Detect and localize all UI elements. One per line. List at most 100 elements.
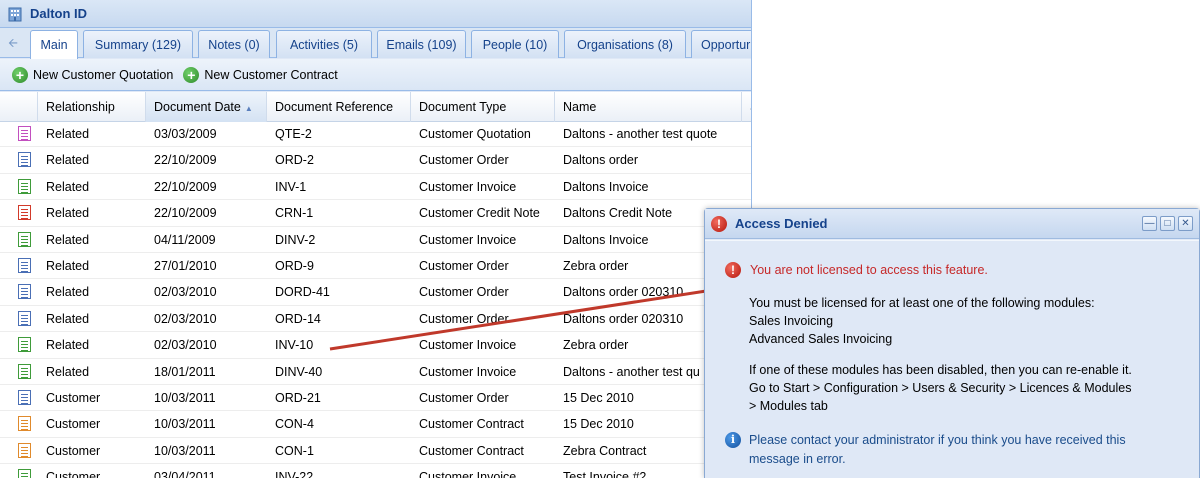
column-header-label: Relationship (46, 100, 115, 114)
table-row[interactable]: Related 18/01/2011 DINV-40 Customer Invoice… (0, 359, 751, 385)
cell-document-date: 02/03/2010 (154, 311, 217, 326)
column-header-label: Document Reference (275, 100, 394, 114)
document-icon (18, 284, 31, 300)
building-icon (8, 7, 22, 21)
cell-document-date: 18/01/2011 (154, 364, 216, 379)
cell-document-date: 22/10/2009 (154, 153, 217, 168)
record-window: Dalton ID 🡨 Main Summary (129) Notes (0)… (0, 0, 752, 478)
table-row[interactable]: Customer 10/03/2011 CON-1 Customer Contract… (0, 438, 751, 465)
column-header-label: Document Date (154, 100, 241, 114)
column-header-document-type[interactable]: Document Type (411, 92, 555, 122)
cell-document-reference: CON-4 (275, 417, 314, 432)
document-icon (18, 337, 31, 353)
add-icon: + (12, 66, 28, 83)
error-icon: ! (711, 215, 727, 232)
table-row[interactable]: Customer 10/03/2011 CON-4 Customer Contract… (0, 411, 751, 438)
document-icon (18, 469, 31, 478)
cell-document-type: Customer Order (419, 311, 509, 326)
cell-relationship: Related (46, 285, 90, 300)
dialog-body: ! You are not licensed to access this fe… (705, 240, 1199, 478)
column-header-status[interactable]: S (742, 92, 751, 122)
cell-relationship: Customer (46, 470, 101, 478)
minimize-button[interactable]: — (1142, 216, 1157, 231)
table-row[interactable]: Related 02/03/2010 INV-10 Customer Invoice Z… (0, 332, 751, 359)
cell-status: I (742, 147, 751, 173)
documents-grid: Relationship Document Date ▲ Document Ref… (0, 92, 751, 478)
cell-document-date: 27/01/2010 (154, 259, 217, 273)
tab-activities[interactable]: Activities (5) (276, 30, 372, 58)
table-row[interactable]: Related 02/03/2010 ORD-14 Customer Order Dal… (0, 306, 751, 333)
maximize-button[interactable]: □ (1160, 216, 1175, 231)
cell-document-type: Customer Contract (419, 417, 524, 432)
contact-text: Please contact your administrator if you… (749, 431, 1126, 469)
grid-header: Relationship Document Date ▲ Document Ref… (0, 92, 751, 122)
sort-ascending-icon: ▲ (244, 104, 253, 113)
window-title: Dalton ID (30, 6, 88, 21)
cell-document-type: Customer Invoice (419, 364, 517, 379)
column-header-document-date[interactable]: Document Date ▲ (146, 92, 267, 122)
cell-document-date: 02/03/2010 (154, 338, 217, 353)
cell-document-type: Customer Invoice (419, 338, 517, 353)
column-header-label: Document Type (419, 100, 507, 114)
cell-relationship: Related (46, 259, 90, 273)
cell-document-reference: ORD-2 (275, 153, 314, 168)
error-text: You are not licensed to access this feat… (750, 263, 988, 277)
cell-document-reference: CON-1 (275, 443, 314, 458)
column-header-document-reference[interactable]: Document Reference (267, 92, 411, 122)
modules-intro: You must be licensed for at least one of… (749, 296, 1095, 310)
tab-notes[interactable]: Notes (0) (198, 30, 270, 58)
tab-summary[interactable]: Summary (129) (83, 30, 193, 58)
contact-text-line: Please contact your administrator if you… (749, 433, 1126, 447)
table-row[interactable]: Related 27/01/2010 ORD-9 Customer Order Zebr… (0, 253, 751, 280)
cell-document-type: Customer Invoice (419, 232, 517, 247)
new-customer-quotation-label: New Customer Quotation (33, 67, 174, 82)
column-header-relationship[interactable]: Relationship (38, 92, 146, 122)
table-row[interactable]: Related 22/10/2009 INV-1 Customer Invoice Da… (0, 174, 751, 201)
document-icon (18, 390, 31, 405)
module-sales-invoicing: Sales Invoicing (749, 314, 834, 328)
tab-emails[interactable]: Emails (109) (377, 30, 466, 58)
table-row[interactable]: Related 04/11/2009 DINV-2 Customer Invoice D… (0, 227, 751, 253)
tab-opportunities[interactable]: Opportur (691, 30, 751, 58)
dialog-header: ! Access Denied — □ ✕ (705, 209, 1199, 239)
tab-organisations[interactable]: Organisations (8) (564, 30, 686, 58)
document-icon (18, 310, 31, 326)
column-header-icon (0, 92, 38, 122)
cell-relationship: Related (46, 153, 90, 168)
document-icon (18, 258, 31, 273)
tab-main[interactable]: Main (30, 30, 78, 59)
document-icon (18, 152, 31, 168)
error-message: ! You are not licensed to access this fe… (725, 262, 988, 278)
cell-document-type: Customer Order (419, 153, 509, 168)
tab-scroll-left-icon[interactable]: 🡨 (6, 36, 20, 50)
new-customer-contract-button[interactable]: + New Customer Contract (183, 66, 338, 83)
module-advanced-sales-invoicing: Advanced Sales Invoicing (749, 332, 893, 346)
cell-document-date: 10/03/2011 (154, 391, 216, 405)
table-row[interactable]: Related 22/10/2009 ORD-2 Customer Order Dalt… (0, 147, 751, 174)
close-button[interactable]: ✕ (1178, 216, 1193, 231)
add-icon: + (183, 66, 200, 83)
cell-document-date: 22/10/2009 (154, 179, 217, 194)
cell-status: I (742, 121, 751, 147)
reenable-path: Go to Start > Configuration > Users & Se… (749, 381, 1132, 395)
cell-relationship: Related (46, 364, 90, 379)
column-header-label: Name (563, 100, 597, 114)
access-denied-dialog: ! Access Denied — □ ✕ ! You are not lice… (704, 208, 1200, 478)
cell-relationship: Related (46, 127, 90, 141)
document-icon (18, 205, 31, 221)
table-row[interactable]: Customer 10/03/2011 ORD-21 Customer Order 15… (0, 385, 751, 412)
new-customer-quotation-button[interactable]: + New Customer Quotation (12, 66, 174, 83)
tab-people[interactable]: People (10) (471, 30, 559, 58)
cell-document-date: 03/04/2011 (154, 470, 216, 478)
table-row[interactable]: Related 02/03/2010 DORD-41 Customer Order Da… (0, 279, 751, 306)
cell-relationship: Related (46, 311, 90, 326)
cell-document-reference: DINV-40 (275, 364, 323, 379)
table-row[interactable]: Related 03/03/2009 QTE-2 Customer Quotation… (0, 121, 751, 148)
table-row[interactable]: Related 22/10/2009 CRN-1 Customer Credit No… (0, 200, 751, 227)
table-row[interactable]: Customer 03/04/2011 INV-22 Customer Invoice… (0, 464, 751, 478)
cell-relationship: Related (46, 338, 90, 353)
cell-status: I (742, 174, 751, 200)
minimize-icon: — (1144, 218, 1155, 229)
cell-document-type: Customer Quotation (419, 127, 531, 141)
column-header-name[interactable]: Name (555, 92, 742, 122)
